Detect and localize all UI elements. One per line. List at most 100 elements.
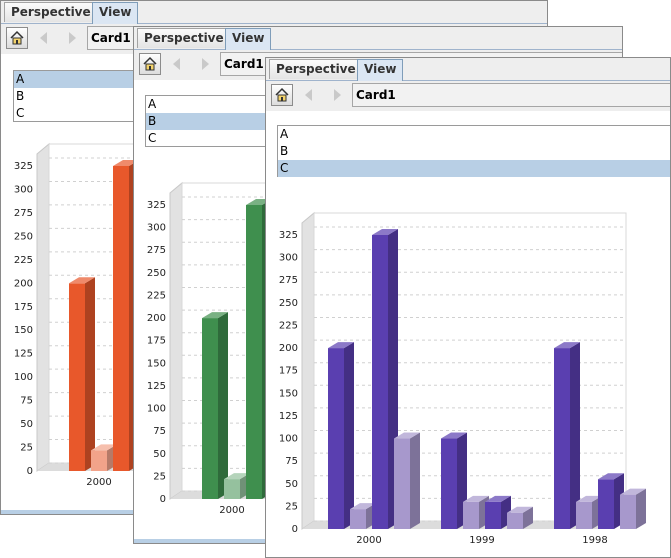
bar-front [91,450,107,471]
y-tick-label: 300 [147,223,166,234]
y-tick-label: 50 [285,479,298,490]
chart-side-wall [169,181,183,500]
y-tick-label: 250 [14,231,33,242]
tab-view[interactable]: View [225,28,272,50]
y-tick-label: 0 [27,466,33,477]
arrow-left-icon [173,58,180,70]
y-tick-label: 50 [153,449,166,460]
y-tick-label: 100 [14,372,33,383]
y-tick-label: 150 [279,388,298,399]
card-label: Card1 [352,83,670,107]
bar-front [576,501,592,529]
y-tick-label: 175 [279,366,298,377]
tab-strip: Perspective View [1,1,547,24]
bar-front [463,501,479,529]
y-tick-label: 200 [14,278,33,289]
home-button[interactable] [139,53,161,75]
arrow-left-icon [305,89,312,101]
bar [554,342,580,529]
y-tick-label: 250 [147,268,166,279]
tab-view[interactable]: View [92,2,139,24]
y-tick-label: 125 [147,381,166,392]
y-tick-label: 75 [285,456,298,467]
y-tick-label: 75 [153,426,166,437]
y-tick-label: 50 [20,419,33,430]
bar-front [485,501,501,529]
bar-front [394,438,410,529]
y-tick-label: 275 [14,208,33,219]
arrow-left-icon [40,32,47,44]
window-card1-c: Perspective View Card1 A B C 0 25 50 75 100 1… [265,57,671,558]
y-tick-label: 175 [147,336,166,347]
y-tick-label: 175 [14,302,33,313]
bar-side [636,488,646,529]
bar-side [218,312,228,499]
tab-perspective[interactable]: Perspective [4,2,98,22]
bar [202,312,228,499]
home-button[interactable] [271,84,293,106]
y-tick-label: 325 [147,200,166,211]
y-tick-label: 225 [279,320,298,331]
bar-front [350,509,366,529]
home-icon [143,56,157,71]
arrow-right-icon [202,58,209,70]
tab-perspective[interactable]: Perspective [137,28,231,48]
bar-front [554,348,570,529]
tab-strip: Perspective View [134,27,622,50]
list-item[interactable]: C [278,160,670,177]
bar [69,277,95,471]
arrow-right-icon [334,89,341,101]
y-tick-label: 125 [279,411,298,422]
y-tick-label: 325 [279,230,298,241]
back-button[interactable] [298,84,320,106]
back-button[interactable] [166,53,188,75]
arrow-right-icon [69,32,76,44]
home-icon [10,30,24,45]
bar-side [344,342,354,529]
y-tick-label: 275 [279,275,298,286]
bar-side [85,277,95,471]
y-tick-label: 0 [160,494,166,505]
y-tick-label: 225 [147,290,166,301]
y-tick-label: 100 [279,434,298,445]
x-tick-label: 1998 [582,535,607,546]
bar-side [410,432,420,529]
y-tick-label: 150 [14,325,33,336]
bar [620,488,646,529]
y-tick-label: 225 [14,255,33,266]
y-tick-label: 325 [14,161,33,172]
list-item[interactable]: B [278,143,670,160]
home-button[interactable] [6,27,28,49]
forward-button[interactable] [194,53,216,75]
list-item[interactable]: A [278,126,670,143]
home-icon [275,87,289,102]
bar-front [598,479,614,529]
y-tick-label: 300 [279,253,298,264]
y-tick-label: 25 [285,501,298,512]
bar-front [202,318,218,499]
bar-front [507,512,523,529]
y-tick-label: 100 [147,404,166,415]
x-tick-label: 2000 [356,535,381,546]
bar-front [620,494,636,529]
chart-side-wall [36,142,50,472]
y-tick-label: 25 [20,443,33,454]
bar-chart: 0 25 50 75 100 125 150 175 200 225 250 275 300 325 200… [266,206,670,551]
back-button[interactable] [33,27,55,49]
item-list[interactable]: A B C [277,125,670,177]
tab-strip: Perspective View [266,58,670,81]
x-tick-label: 2000 [219,505,244,516]
bar-front [224,479,240,499]
y-tick-label: 125 [14,349,33,360]
forward-button[interactable] [61,27,83,49]
toolbar: Card1 [266,81,670,111]
forward-button[interactable] [326,84,348,106]
y-tick-label: 275 [147,245,166,256]
y-tick-label: 0 [292,524,298,535]
y-tick-label: 150 [147,358,166,369]
y-tick-label: 250 [279,298,298,309]
tab-view[interactable]: View [357,59,404,81]
y-tick-label: 25 [153,471,166,482]
tab-perspective[interactable]: Perspective [269,59,363,79]
y-tick-label: 300 [14,184,33,195]
